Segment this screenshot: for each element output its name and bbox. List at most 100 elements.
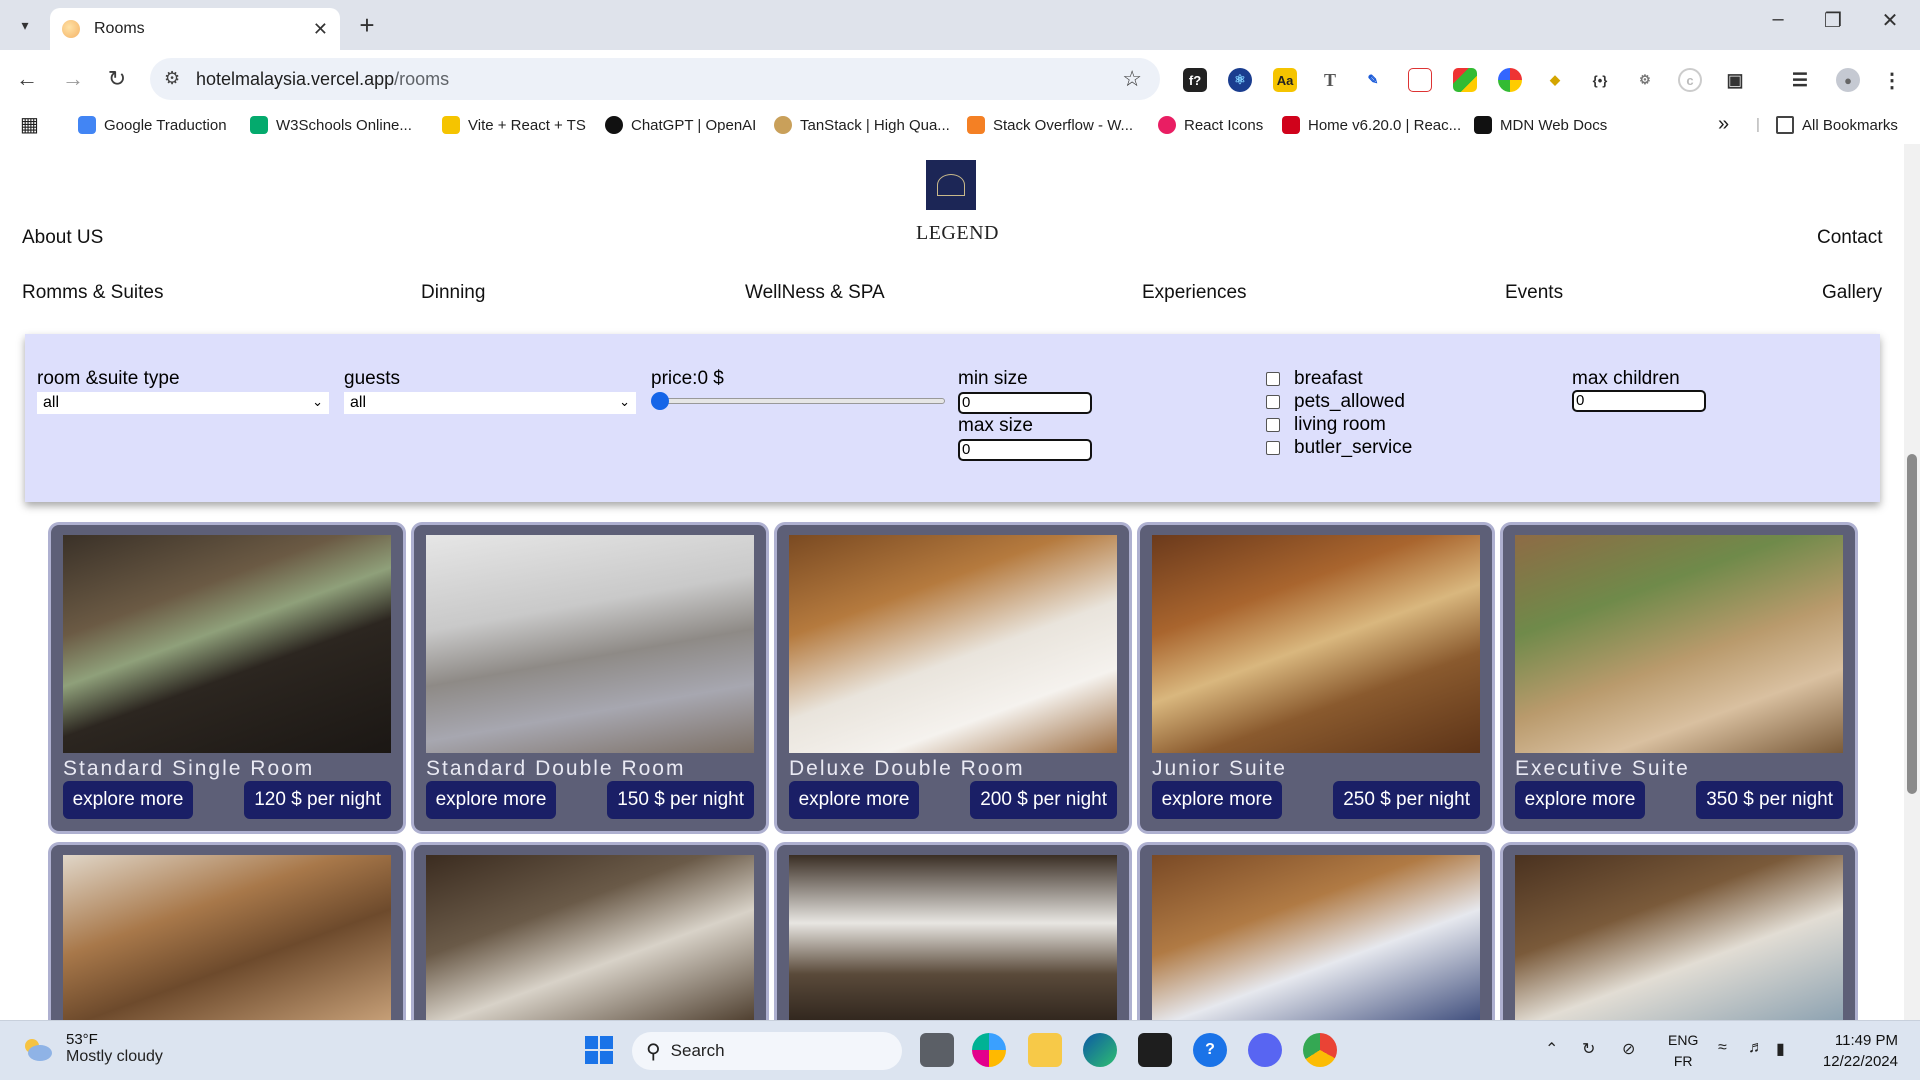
- extension-colorzilla-icon[interactable]: [1453, 68, 1477, 92]
- discord-icon[interactable]: [1248, 1033, 1282, 1067]
- max-children-input[interactable]: 0: [1572, 390, 1706, 412]
- breakfast-checkbox[interactable]: [1266, 372, 1280, 386]
- bookmark-mdn[interactable]: MDN Web Docs: [1474, 116, 1607, 134]
- about-us-link[interactable]: About US: [22, 227, 103, 249]
- hotel-logo[interactable]: [926, 160, 976, 210]
- explore-more-button[interactable]: explore more: [426, 781, 556, 819]
- forward-button[interactable]: →: [58, 64, 88, 94]
- file-explorer-icon[interactable]: [1028, 1033, 1062, 1067]
- room-photo[interactable]: [1152, 535, 1480, 753]
- show-hidden-icons-button[interactable]: ⌃: [1545, 1039, 1558, 1059]
- page-scrollbar[interactable]: [1904, 144, 1920, 1020]
- extension-json-icon[interactable]: {•}: [1588, 68, 1612, 92]
- extension-text-icon[interactable]: T: [1318, 68, 1342, 92]
- extension-calendar-icon[interactable]: [1408, 68, 1432, 92]
- sync-icon[interactable]: ↻: [1582, 1039, 1595, 1059]
- new-tab-button[interactable]: +: [352, 10, 382, 40]
- bookmark-google-translate[interactable]: Google Traduction: [78, 116, 227, 134]
- room-photo[interactable]: [63, 535, 391, 753]
- extensions-puzzle-icon[interactable]: ▣: [1723, 68, 1747, 92]
- guests-select[interactable]: all ⌄: [344, 392, 636, 414]
- explore-more-button[interactable]: explore more: [1152, 781, 1282, 819]
- close-window-button[interactable]: ✕: [1870, 8, 1910, 33]
- bookmark-react-router[interactable]: Home v6.20.0 | Reac...: [1282, 116, 1461, 134]
- price-button[interactable]: 250 $ per night: [1333, 781, 1480, 819]
- price-button[interactable]: 200 $ per night: [970, 781, 1117, 819]
- butler-service-checkbox[interactable]: [1266, 441, 1280, 455]
- minimize-button[interactable]: –: [1758, 8, 1798, 31]
- browser-tab[interactable]: Rooms ✕: [50, 8, 340, 50]
- min-size-input[interactable]: 0: [958, 392, 1092, 414]
- extension-dictionary-icon[interactable]: Aa: [1273, 68, 1297, 92]
- bookmark-w3schools[interactable]: W3Schools Online...: [250, 116, 412, 134]
- close-tab-icon[interactable]: ✕: [313, 19, 328, 40]
- tab-search-button[interactable]: ▾: [8, 10, 42, 40]
- explore-more-button[interactable]: explore more: [1515, 781, 1645, 819]
- extension-react-devtools-icon[interactable]: ⚛: [1228, 68, 1252, 92]
- contact-link[interactable]: Contact: [1817, 227, 1882, 249]
- all-bookmarks-button[interactable]: All Bookmarks: [1776, 116, 1898, 134]
- price-button[interactable]: 350 $ per night: [1696, 781, 1843, 819]
- extension-gem-icon[interactable]: ◆: [1543, 68, 1567, 92]
- pets-allowed-checkbox[interactable]: [1266, 395, 1280, 409]
- room-photo[interactable]: [426, 535, 754, 753]
- nav-rooms-suites[interactable]: Romms & Suites: [22, 282, 163, 304]
- browser-menu-icon[interactable]: ⋮: [1880, 68, 1904, 92]
- profile-avatar-icon[interactable]: ●: [1836, 68, 1860, 92]
- extension-font-icon[interactable]: f?: [1183, 68, 1207, 92]
- chrome-icon[interactable]: [1303, 1033, 1337, 1067]
- room-photo[interactable]: [426, 855, 754, 1020]
- nav-events[interactable]: Events: [1505, 282, 1563, 304]
- room-photo[interactable]: [63, 855, 391, 1020]
- copilot-icon[interactable]: [972, 1033, 1006, 1067]
- start-button[interactable]: [582, 1033, 616, 1067]
- bookmark-stackoverflow[interactable]: Stack Overflow - W...: [967, 116, 1133, 134]
- bookmark-chatgpt[interactable]: ChatGPT | OpenAI: [605, 116, 756, 134]
- apps-grid-icon[interactable]: ▦: [20, 112, 39, 137]
- address-bar[interactable]: ⚙ hotelmalaysia.vercel.app/rooms ☆: [150, 58, 1160, 100]
- bookmark-react-icons[interactable]: React Icons: [1158, 116, 1263, 134]
- price-slider-thumb[interactable]: [651, 392, 669, 410]
- nav-dining[interactable]: Dinning: [421, 282, 485, 304]
- edge-browser-icon[interactable]: [1083, 1033, 1117, 1067]
- room-photo[interactable]: [1515, 535, 1843, 753]
- taskbar-search[interactable]: ⚲ Search: [632, 1032, 902, 1070]
- room-photo[interactable]: [1515, 855, 1843, 1020]
- task-view-icon[interactable]: [920, 1033, 954, 1067]
- living-room-checkbox[interactable]: [1266, 418, 1280, 432]
- room-photo[interactable]: [1152, 855, 1480, 1020]
- site-info-icon[interactable]: ⚙: [164, 68, 180, 89]
- restore-button[interactable]: ❐: [1813, 8, 1853, 33]
- microsoft-store-icon[interactable]: [1138, 1033, 1172, 1067]
- system-clock[interactable]: 11:49 PM 12/22/2024: [1823, 1030, 1898, 1072]
- max-size-input[interactable]: 0: [958, 439, 1092, 461]
- price-slider[interactable]: [653, 398, 945, 404]
- nav-wellness-spa[interactable]: WellNess & SPA: [745, 282, 885, 304]
- more-bookmarks-icon[interactable]: »: [1718, 113, 1729, 136]
- extension-bug-icon[interactable]: ⚙: [1633, 68, 1657, 92]
- network-off-icon[interactable]: ⊘: [1622, 1039, 1635, 1059]
- bookmark-vite[interactable]: Vite + React + TS: [442, 116, 586, 134]
- price-button[interactable]: 150 $ per night: [607, 781, 754, 819]
- explore-more-button[interactable]: explore more: [789, 781, 919, 819]
- room-type-select[interactable]: all ⌄: [37, 392, 329, 414]
- price-button[interactable]: 120 $ per night: [244, 781, 391, 819]
- reload-button[interactable]: ↻: [102, 64, 132, 94]
- explore-more-button[interactable]: explore more: [63, 781, 193, 819]
- bookmark-star-icon[interactable]: ☆: [1122, 66, 1142, 92]
- extension-c-icon[interactable]: c: [1678, 68, 1702, 92]
- nav-gallery[interactable]: Gallery: [1822, 282, 1882, 304]
- room-photo[interactable]: [789, 855, 1117, 1020]
- wifi-icon[interactable]: ≈: [1718, 1039, 1727, 1057]
- extension-color-picker-icon[interactable]: [1498, 68, 1522, 92]
- language-indicator[interactable]: ENG FR: [1668, 1030, 1698, 1072]
- media-control-icon[interactable]: ☰: [1788, 68, 1812, 92]
- weather-widget[interactable]: 53°F Mostly cloudy: [20, 1031, 163, 1066]
- back-button[interactable]: ←: [12, 64, 42, 94]
- battery-icon[interactable]: ▮: [1776, 1039, 1785, 1059]
- bookmark-tanstack[interactable]: TanStack | High Qua...: [774, 116, 950, 134]
- volume-icon[interactable]: ♬: [1748, 1039, 1764, 1057]
- nav-experiences[interactable]: Experiences: [1142, 282, 1247, 304]
- help-icon[interactable]: ?: [1193, 1033, 1227, 1067]
- extension-pen-icon[interactable]: ✎: [1361, 68, 1385, 92]
